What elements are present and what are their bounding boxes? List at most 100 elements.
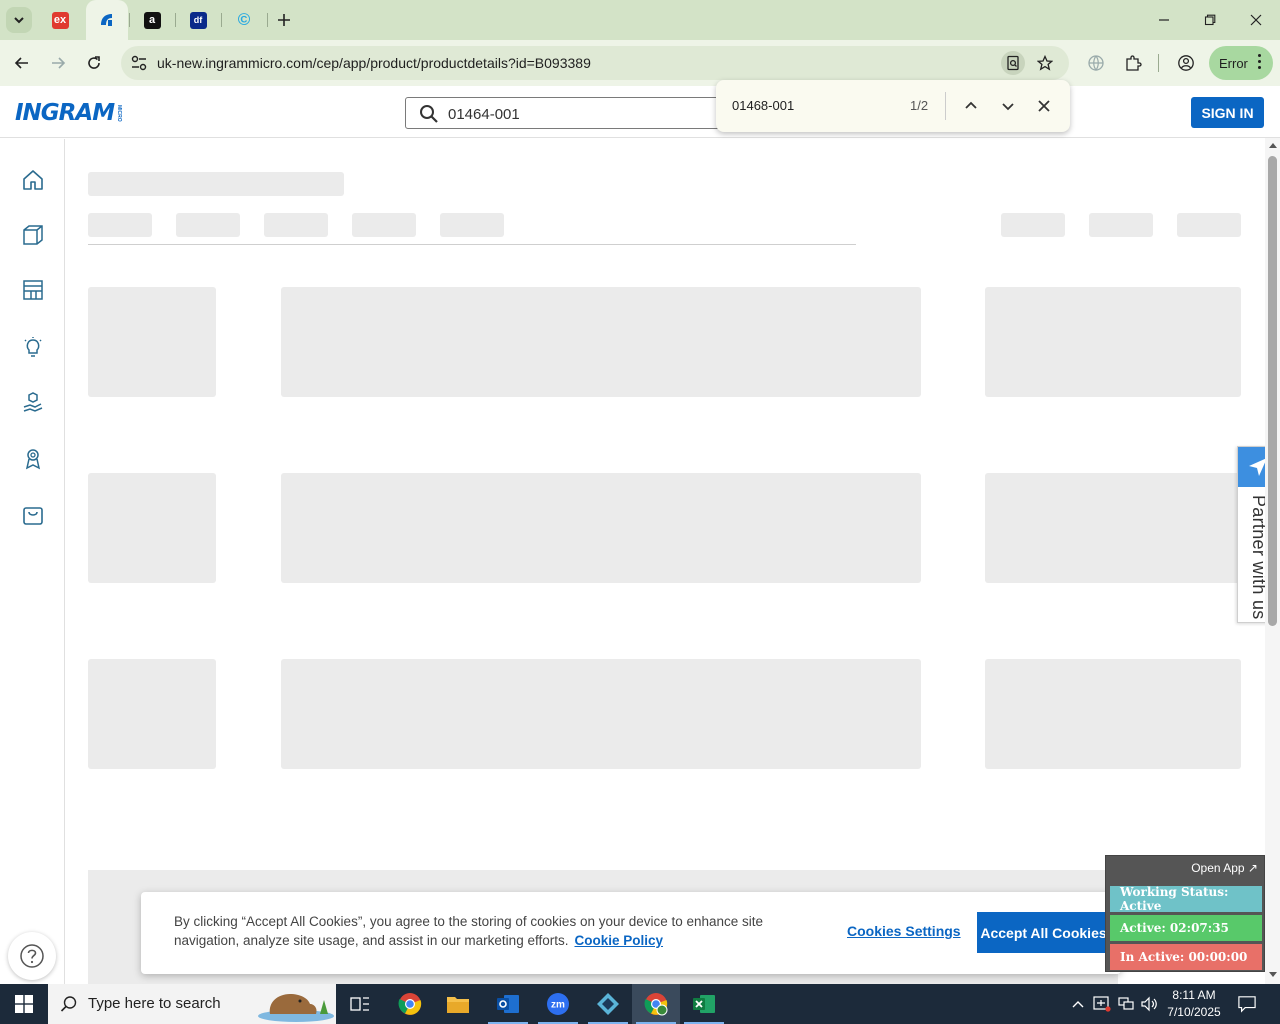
network-button[interactable] <box>1117 995 1135 1013</box>
chrome-taskbar-button[interactable] <box>386 984 434 1024</box>
more-menu-icon[interactable] <box>1258 54 1261 69</box>
skeleton-aside <box>985 659 1241 769</box>
search-icon <box>420 105 438 123</box>
page-search-icon <box>1007 55 1019 71</box>
notifications-button[interactable] <box>1238 995 1256 1013</box>
chevron-up-icon <box>965 101 977 109</box>
url-text[interactable]: uk-new.ingrammicro.com/cep/app/product/p… <box>157 55 591 71</box>
outlook-button[interactable] <box>484 984 532 1024</box>
forward-button[interactable] <box>44 49 72 77</box>
volume-button[interactable] <box>1140 995 1158 1013</box>
cookie-banner: By clicking “Accept All Cookies”, you ag… <box>141 892 1121 974</box>
task-view-button[interactable] <box>336 984 384 1024</box>
product-search-input[interactable] <box>448 104 728 124</box>
windows-taskbar: Type here to search zm 8:11 AM 7/10/2025 <box>0 984 1280 1024</box>
diamond-app-button[interactable] <box>584 984 632 1024</box>
skeleton-tab <box>264 213 328 237</box>
tab-df[interactable]: df <box>178 0 218 40</box>
excel-button[interactable] <box>680 984 728 1024</box>
globe-icon <box>1088 55 1104 72</box>
tray-app-icon[interactable] <box>1093 995 1111 1013</box>
open-app-link[interactable]: Open App ↗ <box>1191 861 1258 875</box>
taskbar-search-box[interactable]: Type here to search <box>48 984 336 1024</box>
speaker-icon <box>1141 996 1157 1012</box>
start-button[interactable] <box>0 984 48 1024</box>
close-icon <box>1250 14 1262 26</box>
lightbulb-icon[interactable] <box>20 334 46 360</box>
award-badge-icon[interactable] <box>20 446 46 472</box>
page-scrollbar[interactable] <box>1265 138 1280 984</box>
hand-box-icon[interactable] <box>20 390 46 416</box>
address-bar[interactable]: uk-new.ingrammicro.com/cep/app/product/p… <box>121 46 1069 80</box>
scroll-down-icon[interactable] <box>1269 972 1277 977</box>
skeleton-action <box>1001 213 1065 237</box>
df-favicon-icon: df <box>189 11 207 29</box>
tab-search-button[interactable] <box>6 7 32 33</box>
skeleton-title <box>88 172 344 196</box>
excel-icon <box>693 995 715 1013</box>
error-label: Error <box>1219 55 1248 71</box>
notification-icon <box>1238 996 1256 1013</box>
new-tab-button[interactable] <box>273 9 295 31</box>
tab-c[interactable]: © <box>224 0 264 40</box>
bookmark-button[interactable] <box>1033 51 1057 75</box>
clock-date: 7/10/2025 <box>1167 1005 1221 1019</box>
find-close-button[interactable] <box>1032 94 1056 118</box>
products-box-icon[interactable] <box>20 222 46 248</box>
star-icon <box>1037 55 1053 71</box>
chrome-profile-taskbar-button[interactable] <box>632 984 680 1024</box>
find-input[interactable]: 01468-001 <box>732 98 794 113</box>
account-circle-icon <box>1178 55 1194 71</box>
taskbar-search-placeholder: Type here to search <box>88 995 221 1012</box>
cookie-policy-link[interactable]: Cookie Policy <box>574 933 663 948</box>
arrow-right-icon <box>52 57 66 69</box>
back-button[interactable] <box>8 49 36 77</box>
skeleton-aside <box>985 473 1241 583</box>
find-page-button[interactable] <box>1001 51 1025 75</box>
find-previous-button[interactable] <box>959 94 983 118</box>
profile-error-chip[interactable]: Error <box>1209 46 1273 80</box>
chrome-icon <box>398 993 422 1015</box>
tray-overflow-button[interactable] <box>1069 995 1087 1013</box>
translate-button[interactable] <box>1084 51 1108 75</box>
file-explorer-button[interactable] <box>434 984 482 1024</box>
browser-tabstrip: ex a df © <box>0 0 1280 40</box>
maximize-button[interactable] <box>1187 0 1233 40</box>
tab-amazon[interactable]: a <box>132 0 172 40</box>
zoom-button[interactable]: zm <box>534 984 582 1024</box>
accept-all-cookies-button[interactable]: Accept All Cookies <box>977 912 1110 953</box>
tab-ex[interactable]: ex <box>40 0 80 40</box>
active-timer: Active: 02:07:35 <box>1110 915 1262 941</box>
skeleton-tab <box>440 213 504 237</box>
home-icon[interactable] <box>20 167 46 193</box>
taskbar-clock[interactable]: 8:11 AM 7/10/2025 <box>1162 987 1226 1021</box>
scroll-up-icon[interactable] <box>1269 143 1277 148</box>
find-next-button[interactable] <box>996 94 1020 118</box>
windows-logo-icon <box>15 995 33 1013</box>
sign-in-button[interactable]: SIGN IN <box>1191 97 1264 128</box>
profile-button[interactable] <box>1174 51 1198 75</box>
ingram-favicon-icon <box>101 14 112 26</box>
tab-ingram[interactable] <box>86 0 128 40</box>
reload-button[interactable] <box>80 49 108 77</box>
cookies-settings-link[interactable]: Cookies Settings <box>847 923 961 939</box>
restore-icon <box>1204 14 1216 26</box>
shopping-bag-icon[interactable] <box>20 502 46 528</box>
chevron-up-icon <box>1072 1001 1084 1008</box>
puzzle-icon <box>1126 55 1142 71</box>
store-grid-icon[interactable] <box>20 277 46 303</box>
minimize-button[interactable] <box>1141 0 1187 40</box>
ingram-micro-logo[interactable]: INGRAM MICRO <box>15 100 122 126</box>
browser-toolbar: uk-new.ingrammicro.com/cep/app/product/p… <box>0 40 1280 86</box>
extensions-button[interactable] <box>1121 51 1145 75</box>
scroll-thumb[interactable] <box>1268 156 1277 626</box>
search-icon <box>60 996 77 1012</box>
close-window-button[interactable] <box>1233 0 1279 40</box>
work-status-widget: Open App ↗ Working Status: Active Active… <box>1105 855 1265 972</box>
chrome-profile-icon <box>644 993 668 1016</box>
help-button[interactable] <box>8 932 56 980</box>
site-header: INGRAM MICRO SIGN IN <box>0 86 1280 138</box>
product-search-box[interactable] <box>405 97 735 129</box>
skeleton-action <box>1089 213 1153 237</box>
site-info-icon[interactable] <box>129 53 149 73</box>
